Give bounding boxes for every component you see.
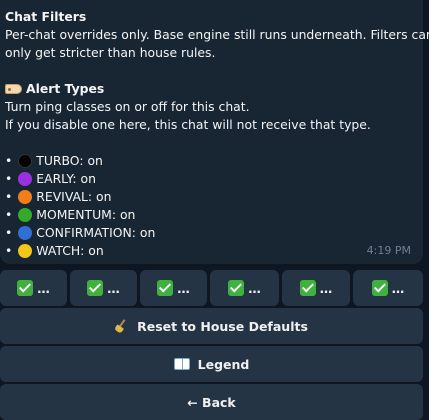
- toggle-button-label: …: [107, 280, 120, 296]
- alert-item-early: • EARLY: on: [5, 171, 96, 186]
- toggle-button-label: …: [177, 280, 190, 296]
- alert-item-confirmation: • CONFIRMATION: on: [5, 225, 156, 240]
- legend-row: Legend: [0, 346, 423, 382]
- toggle-button-watch[interactable]: …: [353, 270, 423, 306]
- check-mark-icon: [157, 280, 174, 296]
- bullet: •: [5, 207, 13, 222]
- check-mark-icon: [17, 280, 34, 296]
- alert-state: on: [119, 207, 136, 222]
- description-line-2: If you disable one here, this chat will …: [5, 117, 371, 132]
- bullet: •: [5, 243, 13, 258]
- alert-state: on: [80, 171, 96, 186]
- yellow-circle-icon: [18, 244, 33, 258]
- alert-name: MOMENTUM: [36, 207, 112, 222]
- alert-state: on: [96, 189, 112, 204]
- description-line-1: Turn ping classes on or off for this cha…: [5, 99, 250, 114]
- toggle-button-label: …: [391, 280, 405, 296]
- alert-item-momentum: • MOMENTUM: on: [5, 207, 136, 222]
- toggle-button-row: … … … … … …: [0, 270, 423, 306]
- message-timestamp: 4:19 PM: [366, 244, 411, 257]
- message-bubble: Chat Filters Per-chat overrides only. Ba…: [0, 0, 429, 264]
- alert-name: TURBO: [36, 153, 80, 168]
- alert-name: WATCH: [36, 243, 81, 258]
- alert-name: CONFIRMATION: [36, 225, 132, 240]
- bullet: •: [5, 189, 13, 204]
- orange-circle-icon: [18, 190, 33, 204]
- back-button-label: ← Back: [187, 394, 236, 410]
- toggle-button-revival[interactable]: …: [140, 270, 207, 306]
- reset-button-label: Reset to House Defaults: [137, 318, 308, 334]
- toggle-button-early[interactable]: …: [70, 270, 137, 306]
- toggle-button-label: …: [248, 280, 261, 296]
- alert-state: on: [88, 243, 104, 258]
- purple-circle-icon: [18, 172, 33, 186]
- toggle-button-label: …: [37, 280, 50, 296]
- broom-icon: [115, 319, 129, 333]
- check-mark-icon: [228, 280, 245, 296]
- alert-state: on: [87, 153, 103, 168]
- check-mark-icon: [299, 280, 316, 296]
- alert-state: on: [139, 225, 156, 240]
- toggle-button-label: …: [319, 280, 333, 296]
- reset-row: Reset to House Defaults: [0, 308, 423, 344]
- message-title: Chat Filters: [5, 9, 87, 24]
- check-mark-icon: [87, 280, 104, 296]
- legend-button[interactable]: Legend: [0, 346, 423, 382]
- back-row: ← Back: [0, 384, 423, 420]
- alert-name: EARLY: [36, 171, 73, 186]
- toggle-button-momentum[interactable]: …: [210, 270, 279, 306]
- back-button[interactable]: ← Back: [0, 384, 423, 420]
- alert-item-revival: • REVIVAL: on: [5, 189, 112, 204]
- alert-item-turbo: • TURBO: on: [5, 153, 103, 168]
- bullet: •: [5, 171, 13, 186]
- reset-to-house-defaults-button[interactable]: Reset to House Defaults: [0, 308, 423, 344]
- bullet: •: [5, 153, 13, 168]
- label-tag-icon: [5, 84, 22, 94]
- check-mark-icon: [371, 280, 388, 296]
- blue-circle-icon: [18, 226, 33, 240]
- alert-types-heading-text: Alert Types: [26, 81, 105, 96]
- alert-types-heading: Alert Types: [5, 80, 417, 98]
- toggle-button-turbo[interactable]: …: [0, 270, 67, 306]
- bullet: •: [5, 225, 13, 240]
- black-circle-icon: [18, 154, 33, 168]
- intro-line-2: only get stricter than house rules.: [5, 45, 216, 60]
- alert-item-watch: • WATCH: on: [5, 243, 104, 258]
- green-circle-icon: [18, 208, 33, 222]
- alert-name: REVIVAL: [36, 189, 88, 204]
- intro-line-1: Per-chat overrides only. Base engine sti…: [5, 27, 429, 42]
- toggle-button-confirmation[interactable]: …: [282, 270, 350, 306]
- open-book-icon: [173, 358, 190, 370]
- legend-button-label: Legend: [197, 356, 250, 372]
